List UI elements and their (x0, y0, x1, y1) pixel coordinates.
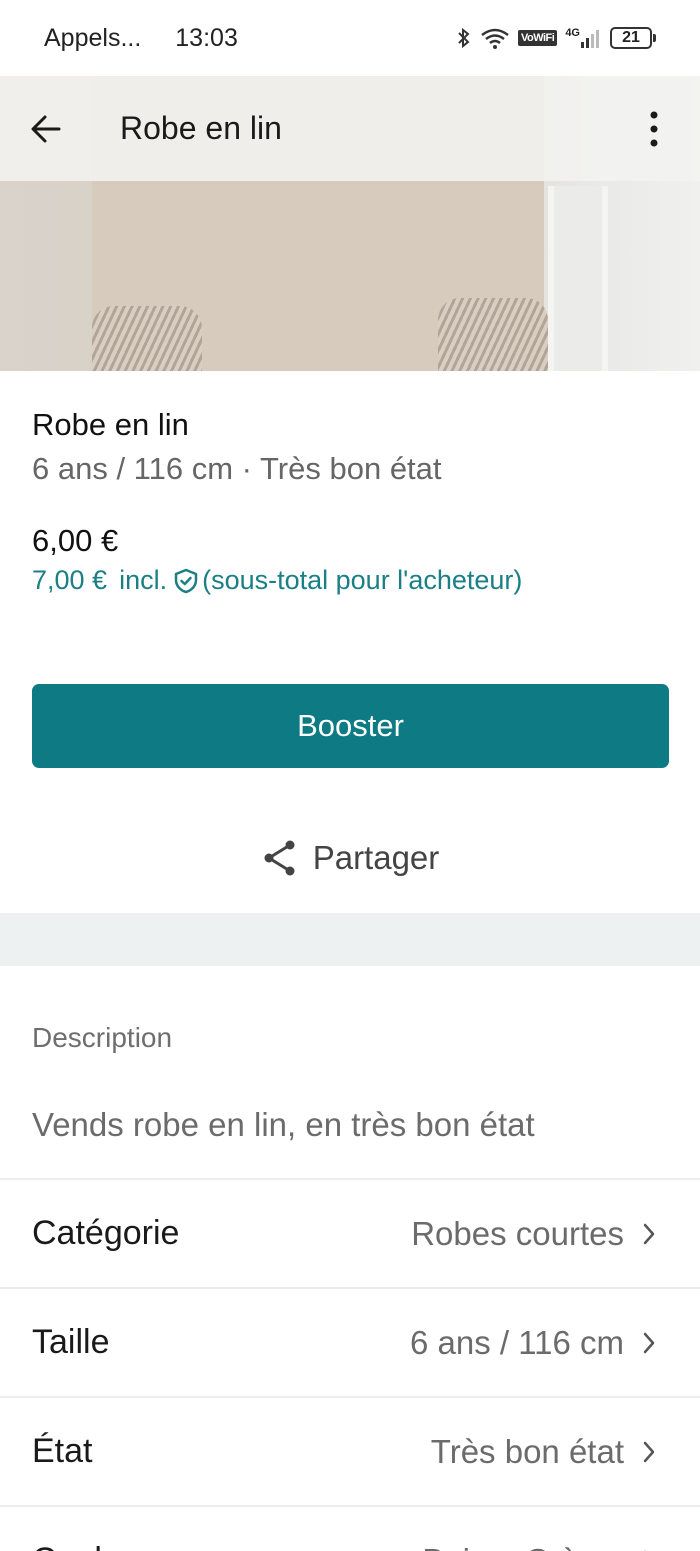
battery-level: 21 (610, 27, 652, 49)
more-vertical-icon (650, 111, 658, 146)
detail-row-condition[interactable]: État Très bon état (0, 1396, 700, 1505)
product-title: Robe en lin (32, 407, 189, 442)
booster-button[interactable]: Booster (32, 684, 669, 768)
chevron-right-icon (642, 1440, 656, 1464)
description-text: Vends robe en lin, en très bon état (32, 1106, 535, 1143)
product-price: 6,00 € (32, 523, 119, 558)
signal-icon: 4G (565, 27, 602, 49)
app-bar: Robe en lin (0, 76, 700, 181)
status-time: 13:03 (175, 23, 238, 52)
detail-row-color[interactable]: Couleur Beige, Crème (0, 1505, 700, 1551)
details-list: Catégorie Robes courtes Taille 6 ans / 1… (0, 1178, 700, 1551)
detail-row-category[interactable]: Catégorie Robes courtes (0, 1178, 700, 1287)
network-type: 4G (565, 27, 580, 39)
back-button[interactable] (26, 109, 66, 149)
detail-label: Taille (32, 1323, 110, 1361)
product-info: Robe en lin 6 ans / 116 cm · Très bon ét… (0, 371, 700, 596)
detail-label: État (32, 1432, 93, 1470)
section-divider (0, 913, 700, 966)
share-label: Partager (312, 839, 440, 876)
bluetooth-icon (456, 26, 472, 50)
product-subtitle: 6 ans / 116 cm · Très bon état (32, 451, 442, 486)
detail-value: Beige, Crème (422, 1542, 624, 1551)
more-options-button[interactable] (634, 109, 674, 149)
share-icon (264, 840, 295, 876)
dress-pocket-right (438, 298, 548, 371)
chevron-right-icon (642, 1222, 656, 1246)
status-bar: Appels... 13:03 VoWiFi 4G 21 (0, 0, 700, 76)
buyer-price-incl: incl. (119, 565, 168, 595)
arrow-left-icon (31, 115, 61, 142)
dress-pocket-left (92, 306, 202, 371)
share-button[interactable]: Partager (0, 830, 700, 886)
detail-value: Robes courtes (411, 1214, 624, 1252)
chevron-right-icon (642, 1331, 656, 1355)
description-label: Description (32, 1022, 173, 1053)
wifi-icon (480, 26, 510, 50)
detail-label: Couleur (32, 1541, 151, 1551)
buyer-price-info[interactable]: 7,00 € incl. (sous-total pour l'acheteur… (32, 565, 668, 596)
vowifi-icon: VoWiFi (517, 30, 558, 46)
buyer-price-value: 7,00 € (32, 565, 108, 595)
page-title: Robe en lin (120, 110, 282, 146)
battery-icon: 21 (610, 27, 656, 49)
detail-row-size[interactable]: Taille 6 ans / 116 cm (0, 1287, 700, 1396)
detail-label: Catégorie (32, 1214, 180, 1252)
buyer-price-note: (sous-total pour l'acheteur) (202, 565, 523, 595)
status-notification-text: Appels... (44, 23, 142, 52)
background-window (548, 186, 608, 371)
shield-check-icon (172, 567, 200, 595)
detail-value: Très bon état (430, 1432, 624, 1470)
detail-value: 6 ans / 116 cm (409, 1323, 624, 1361)
